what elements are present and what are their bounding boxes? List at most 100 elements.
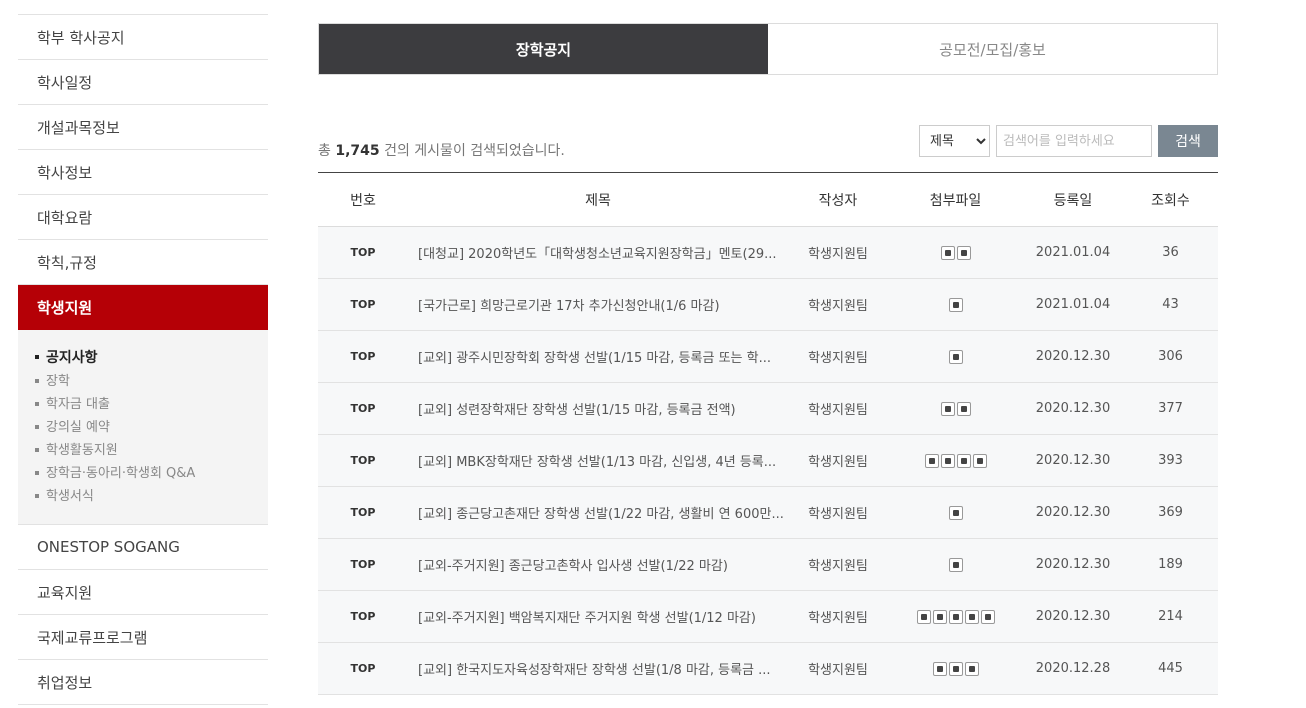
header-date: 등록일 — [1023, 172, 1123, 227]
table-row[interactable]: TOP [국가근로] 희망근로기관 17차 추가신청안내(1/6 마감) 학생지원팀… — [318, 278, 1218, 331]
attachment-file-icon[interactable] — [932, 609, 947, 624]
sidebar-item[interactable]: 국제교류프로그램 — [18, 615, 268, 660]
row-date: 2020.12.30 — [1023, 538, 1123, 591]
row-attachments — [888, 382, 1023, 435]
row-attachments — [888, 278, 1023, 331]
submenu-item[interactable]: 장학 — [35, 370, 268, 393]
attachment-file-icon[interactable] — [924, 453, 939, 468]
attachment-file-icon[interactable] — [972, 453, 987, 468]
row-author: 학생지원팀 — [788, 642, 888, 695]
table-header-row: 번호 제목 작성자 첨부파일 등록일 조회수 — [318, 172, 1218, 227]
bullet-icon — [35, 401, 39, 406]
attachment-file-icon[interactable] — [916, 609, 931, 624]
row-views: 306 — [1123, 330, 1218, 383]
attachment-file-icon[interactable] — [956, 245, 971, 260]
bullet-icon — [35, 378, 39, 383]
row-title-link[interactable]: [교외] MBK장학재단 장학생 선발(1/13 마감, 신입생, 4년 등록.… — [408, 434, 788, 487]
table-row[interactable]: TOP [교외-주거지원] 종근당고촌학사 입사생 선발(1/22 마감) 학생지원… — [318, 538, 1218, 591]
sidebar-item[interactable]: 학사일정 — [18, 60, 268, 105]
sidebar-item-label: 국제교류프로그램 — [37, 628, 148, 647]
row-attachments — [888, 486, 1023, 539]
row-views: 445 — [1123, 642, 1218, 695]
table-row[interactable]: TOP [교외-주거지원] 백암복지재단 주거지원 학생 선발(1/12 마감) 학… — [318, 590, 1218, 643]
sidebar-item[interactable]: 대학요람 — [18, 195, 268, 240]
row-views: 36 — [1123, 226, 1218, 279]
row-number: TOP — [318, 434, 408, 487]
search-input[interactable] — [996, 125, 1152, 157]
row-attachments — [888, 434, 1023, 487]
row-views: 214 — [1123, 590, 1218, 643]
submenu-item[interactable]: 학자금 대출 — [35, 393, 268, 416]
header-attachment: 첨부파일 — [888, 172, 1023, 227]
row-title-link[interactable]: [교외] 광주시민장학회 장학생 선발(1/15 마감, 등록금 또는 학... — [408, 330, 788, 383]
row-attachments — [888, 330, 1023, 383]
submenu-item[interactable]: 학생서식 — [35, 485, 268, 508]
sidebar-item[interactable]: 개설과목정보 — [18, 105, 268, 150]
row-date: 2020.12.30 — [1023, 486, 1123, 539]
attachment-file-icon[interactable] — [948, 297, 963, 312]
row-title-link[interactable]: [교외] 종근당고촌재단 장학생 선발(1/22 마감, 생활비 연 600만.… — [408, 486, 788, 539]
submenu-item[interactable]: 학생활동지원 — [35, 439, 268, 462]
table-row[interactable]: TOP [대청교] 2020학년도「대학생청소년교육지원장학금」멘토(29... 학… — [318, 226, 1218, 279]
row-author: 학생지원팀 — [788, 226, 888, 279]
tab-scholarship[interactable]: 장학공지 — [319, 24, 768, 74]
sidebar-item[interactable]: 학사정보 — [18, 150, 268, 195]
submenu-item[interactable]: 강의실 예약 — [35, 416, 268, 439]
attachment-file-icon[interactable] — [948, 557, 963, 572]
row-views: 369 — [1123, 486, 1218, 539]
sidebar-item[interactable]: 학생지원 — [18, 285, 268, 330]
row-attachments — [888, 538, 1023, 591]
submenu-item[interactable]: 공지사항 — [35, 347, 268, 370]
attachment-file-icon[interactable] — [948, 505, 963, 520]
sidebar-item[interactable]: 취업정보 — [18, 660, 268, 705]
row-title-link[interactable]: [대청교] 2020학년도「대학생청소년교육지원장학금」멘토(29... — [408, 226, 788, 279]
header-title: 제목 — [408, 172, 788, 227]
attachment-file-icon[interactable] — [932, 661, 947, 676]
attachment-file-icon[interactable] — [948, 609, 963, 624]
submenu-item-label: 장학 — [46, 374, 70, 389]
row-title-link[interactable]: [교외] 한국지도자육성장학재단 장학생 선발(1/8 마감, 등록금 ... — [408, 642, 788, 695]
attachment-file-icon[interactable] — [940, 453, 955, 468]
sidebar-item[interactable]: 학부 학사공지 — [18, 15, 268, 60]
attachment-file-icon[interactable] — [980, 609, 995, 624]
sidebar-item[interactable]: 학칙,규정 — [18, 240, 268, 285]
submenu-item[interactable]: 장학금·동아리·학생회 Q&A — [35, 462, 268, 485]
attachment-file-icon[interactable] — [948, 661, 963, 676]
row-number: TOP — [318, 226, 408, 279]
row-views: 377 — [1123, 382, 1218, 435]
row-title-link[interactable]: [국가근로] 희망근로기관 17차 추가신청안내(1/6 마감) — [408, 278, 788, 331]
row-attachments — [888, 642, 1023, 695]
sidebar-item-label: 학사정보 — [37, 163, 93, 182]
row-number: TOP — [318, 486, 408, 539]
table-row[interactable]: TOP [교외] 성련장학재단 장학생 선발(1/15 마감, 등록금 전액) 학생… — [318, 382, 1218, 435]
submenu-item-label: 장학금·동아리·학생회 Q&A — [46, 466, 196, 481]
sidebar-item[interactable]: 교육지원 — [18, 570, 268, 615]
search-button[interactable]: 검색 — [1158, 125, 1218, 157]
tab-contest[interactable]: 공모전/모집/홍보 — [768, 24, 1217, 74]
notice-table: 번호 제목 작성자 첨부파일 등록일 조회수 TOP [대청교] 2020학년도「… — [318, 172, 1218, 695]
sidebar-item[interactable]: ONESTOP SOGANG — [18, 525, 268, 570]
sidebar-item-label: 개설과목정보 — [37, 118, 120, 137]
row-title-link[interactable]: [교외-주거지원] 백암복지재단 주거지원 학생 선발(1/12 마감) — [408, 590, 788, 643]
table-row[interactable]: TOP [교외] MBK장학재단 장학생 선발(1/13 마감, 신입생, 4년 … — [318, 434, 1218, 487]
attachment-file-icon[interactable] — [956, 401, 971, 416]
search-field-select[interactable]: 제목 — [919, 125, 990, 157]
attachment-file-icon[interactable] — [940, 245, 955, 260]
main-content: 장학공지 공모전/모집/홍보 총 1,745 건의 게시물이 검색되었습니다. 제… — [318, 23, 1218, 695]
row-number: TOP — [318, 330, 408, 383]
attachment-file-icon[interactable] — [956, 453, 971, 468]
table-row[interactable]: TOP [교외] 한국지도자육성장학재단 장학생 선발(1/8 마감, 등록금 .… — [318, 642, 1218, 695]
row-author: 학생지원팀 — [788, 486, 888, 539]
attachment-file-icon[interactable] — [964, 609, 979, 624]
row-title-link[interactable]: [교외] 성련장학재단 장학생 선발(1/15 마감, 등록금 전액) — [408, 382, 788, 435]
attachment-file-icon[interactable] — [964, 661, 979, 676]
attachment-file-icon[interactable] — [948, 349, 963, 364]
row-number: TOP — [318, 538, 408, 591]
row-title-link[interactable]: [교외-주거지원] 종근당고촌학사 입사생 선발(1/22 마감) — [408, 538, 788, 591]
submenu-item-label: 학생서식 — [46, 489, 94, 504]
attachment-file-icon[interactable] — [940, 401, 955, 416]
table-row[interactable]: TOP [교외] 종근당고촌재단 장학생 선발(1/22 마감, 생활비 연 60… — [318, 486, 1218, 539]
sidebar-nav: 학부 학사공지 학사일정개설과목정보학사정보대학요람 학칙,규정 학생지원공지사항장학… — [18, 14, 268, 705]
row-author: 학생지원팀 — [788, 538, 888, 591]
table-row[interactable]: TOP [교외] 광주시민장학회 장학생 선발(1/15 마감, 등록금 또는 학… — [318, 330, 1218, 383]
